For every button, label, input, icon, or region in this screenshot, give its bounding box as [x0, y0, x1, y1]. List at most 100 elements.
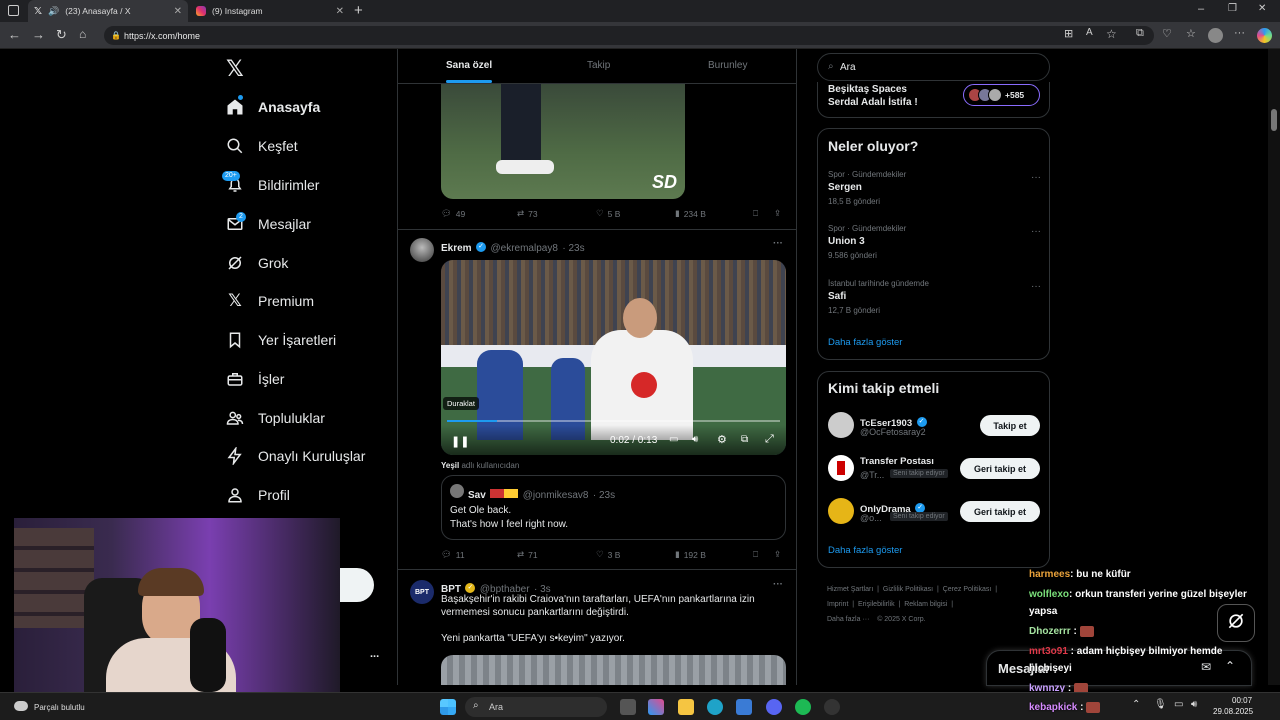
reply-button[interactable]: 💬︎ 11 [441, 549, 465, 560]
copilot-icon[interactable] [1257, 28, 1272, 43]
share-button[interactable]: ⇪ [774, 549, 781, 560]
volume-icon[interactable]: 🔊︎ [692, 434, 698, 445]
tweet-more-icon[interactable]: ··· [773, 238, 783, 249]
author-name[interactable]: Ekrem [441, 243, 472, 254]
account-more-icon[interactable]: ... [370, 648, 379, 660]
grok-fab[interactable] [1217, 604, 1255, 642]
author-handle[interactable]: @ekremalpay8 [490, 243, 557, 254]
volume-tray-icon[interactable]: 🔊︎ [1191, 699, 1197, 710]
follow-item[interactable]: Transfer Postası @Tr... Seni takip ediyo… [828, 455, 1043, 485]
views-button[interactable]: ▮ 234 B [675, 208, 706, 219]
task-view-icon[interactable] [620, 699, 636, 715]
read-aloud-icon[interactable]: A [1086, 27, 1093, 38]
weather-text[interactable]: Parçalı bulutlu [34, 703, 85, 712]
footer-link[interactable]: Reklam bilgisi [904, 601, 947, 608]
follow-back-button[interactable]: Geri takip et [960, 501, 1040, 522]
file-explorer-icon[interactable] [678, 699, 694, 715]
footer-more-link[interactable]: Daha fazla ··· [827, 616, 869, 623]
speaker-icon[interactable]: 🔊 [48, 6, 59, 17]
views-button[interactable]: ▮ 192 B [675, 549, 706, 560]
footer-link[interactable]: Çerez Politikası [943, 586, 992, 593]
home-browser-icon[interactable]: ⌂ [79, 27, 86, 41]
tweet-1-video[interactable]: SD [441, 84, 685, 199]
nav-communities[interactable]: Topluluklar [226, 404, 325, 432]
trends-show-more[interactable]: Daha fazla göster [828, 337, 902, 348]
settings-menu-icon[interactable]: ··· [1234, 27, 1245, 39]
trend-item[interactable]: İstanbul tarihinde gündemde Safi 12,7 B … [828, 279, 1043, 315]
trend-more-icon[interactable]: ··· [1031, 226, 1041, 237]
nav-home[interactable]: Anasayfa [226, 93, 320, 121]
spaces-card[interactable]: Beşiktaş Spaces Serdal Adalı İstifa ! +5… [817, 82, 1050, 118]
follow-item[interactable]: OnlyDrama ✓ @o... Seni takip ediyor Geri… [828, 498, 1043, 528]
minimize-button[interactable]: – [1198, 3, 1204, 15]
tweet-more-icon[interactable]: ··· [773, 579, 783, 590]
back-icon[interactable]: ← [8, 27, 21, 42]
share-button[interactable]: ⇪ [774, 208, 781, 219]
fullscreen-icon[interactable]: ⤢ [765, 433, 774, 446]
tweet-time[interactable]: · 23s [562, 243, 584, 254]
nav-verified-orgs[interactable]: Onaylı Kuruluşlar [226, 442, 365, 470]
bookmark-button[interactable]: ⎕ [753, 549, 758, 560]
start-icon[interactable] [440, 699, 456, 715]
address-bar[interactable]: 🔒 https://x.com/home [104, 26, 1154, 45]
tray-chevron-icon[interactable]: ⌃ [1132, 699, 1140, 710]
trend-item[interactable]: Spor · Gündemdekiler Union 3 9.586 gönde… [828, 224, 1043, 260]
edge-icon[interactable] [707, 699, 723, 715]
app-icon[interactable]: ⊞ [1064, 27, 1073, 40]
new-tab-button[interactable]: + [354, 2, 363, 19]
favorite-star-icon[interactable]: ☆ [1106, 27, 1117, 41]
page-scrollbar[interactable] [1268, 49, 1280, 685]
settings-icon[interactable]: ⚙ [717, 433, 727, 446]
browser-essentials-icon[interactable]: ♡ [1162, 27, 1172, 40]
tab-for-you[interactable]: Sana özel [446, 60, 493, 83]
favorites-icon[interactable]: ☆ [1186, 27, 1196, 40]
tweet-3-image[interactable] [441, 655, 786, 685]
tab-x-home[interactable]: 𝕏 🔊 (23) Anasayfa / X ✕ [28, 0, 188, 22]
quote-tweet[interactable]: Sav @jonmikesav8 · 23s Get Ole back. Tha… [441, 475, 786, 540]
close-window-button[interactable]: ✕ [1258, 3, 1266, 14]
discord-icon[interactable] [766, 699, 782, 715]
search-box[interactable]: ⌕ Ara [817, 53, 1050, 81]
forward-icon[interactable]: → [32, 27, 45, 42]
trend-more-icon[interactable]: ··· [1031, 281, 1041, 292]
mic-icon[interactable]: 🎙︎ [1154, 699, 1167, 710]
steam-icon[interactable] [824, 699, 840, 715]
posted-by-user[interactable]: Yeşil [441, 461, 459, 470]
tab-custom[interactable]: Burunley [708, 60, 747, 71]
reload-icon[interactable]: ↻ [56, 27, 67, 43]
trend-item[interactable]: Spor · Gündemdekiler Sergen 18,5 B gönde… [828, 170, 1043, 206]
clock-date[interactable]: 29.08.2025 [1213, 707, 1253, 716]
follow-back-button[interactable]: Geri takip et [960, 458, 1040, 479]
footer-link[interactable]: Imprint [827, 601, 848, 608]
retweet-button[interactable]: ⇄ 73 [517, 208, 538, 219]
nav-jobs[interactable]: İşler [226, 365, 284, 393]
captions-icon[interactable]: ▭ [669, 434, 678, 445]
like-button[interactable]: ♡ 5 B [596, 208, 620, 219]
browser-menu-icon[interactable] [8, 5, 19, 16]
avatar[interactable]: BPT [410, 580, 434, 604]
extensions-icon[interactable]: ⧉ [1136, 27, 1144, 40]
network-icon[interactable]: ▭ [1174, 699, 1183, 710]
expand-icon[interactable]: ⌃ [1225, 659, 1235, 673]
profile-avatar[interactable] [1208, 28, 1223, 43]
nav-notifications[interactable]: Bildirimler 20+ [222, 171, 319, 199]
follow-item[interactable]: TcEser1903 ✓ @OcFetosaray2 Takip et [828, 412, 1043, 442]
copilot-taskbar-icon[interactable] [648, 699, 664, 715]
nav-bookmarks[interactable]: Yer İşaretleri [226, 326, 336, 354]
footer-link[interactable]: Erişilebilirlik [858, 601, 895, 608]
tweet-2-video[interactable]: Duraklat ❚❚ 0:02 / 0:13 ▭ 🔊︎ ⚙ ⧉ ⤢ [441, 260, 786, 455]
close-tab-icon[interactable]: ✕ [336, 6, 344, 17]
nav-premium[interactable]: 𝕏 Premium [226, 287, 314, 315]
new-message-icon[interactable]: ✉ [1201, 660, 1211, 674]
spotify-icon[interactable] [795, 699, 811, 715]
taskbar-search[interactable]: ⌕ Ara [465, 697, 607, 717]
progress-track[interactable] [447, 420, 780, 422]
tab-following[interactable]: Takip [587, 60, 610, 71]
follow-button[interactable]: Takip et [980, 415, 1040, 436]
trend-more-icon[interactable]: ··· [1031, 172, 1041, 183]
bookmark-button[interactable]: ⎕ [753, 208, 758, 219]
avatar[interactable] [410, 238, 434, 262]
nav-messages[interactable]: Mesajlar 2 [226, 210, 311, 238]
maximize-button[interactable]: ❐ [1228, 3, 1237, 14]
nav-grok[interactable]: Grok [226, 249, 288, 277]
